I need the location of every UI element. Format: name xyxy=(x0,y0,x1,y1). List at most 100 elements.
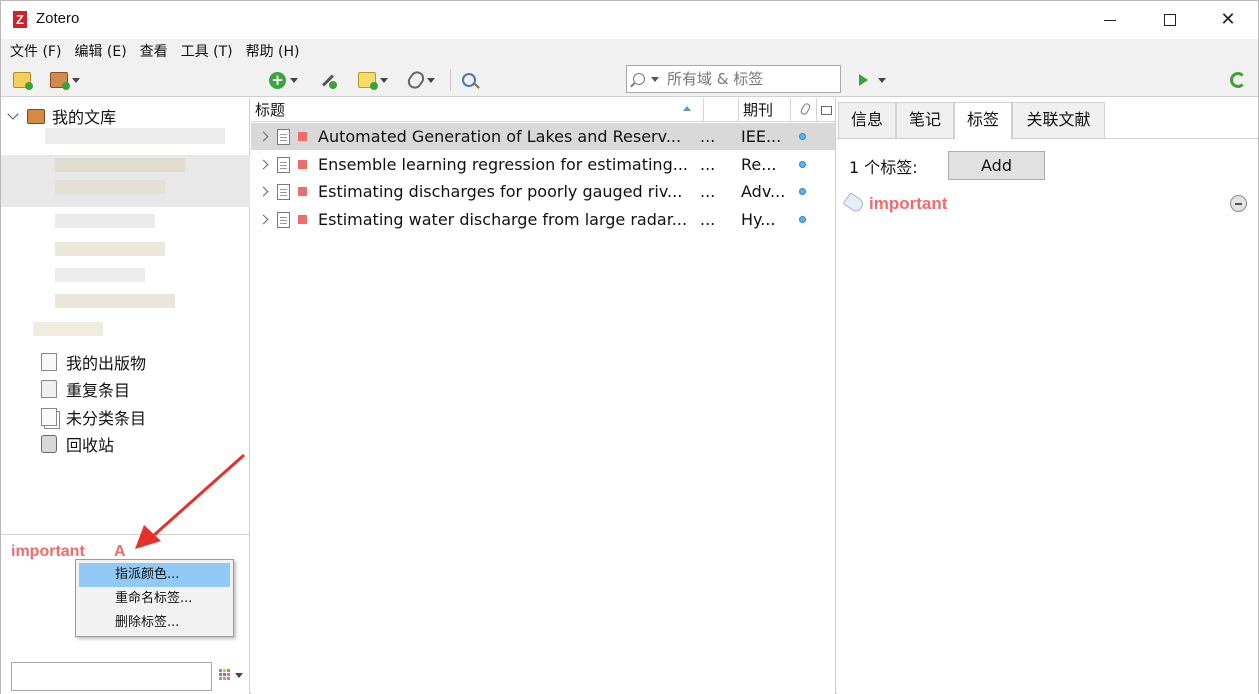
menu-file[interactable]: 文件 (F) xyxy=(5,39,66,63)
new-note-button[interactable] xyxy=(358,69,388,91)
table-row[interactable]: Estimating discharges for poorly gauged … xyxy=(251,178,835,205)
tab-related[interactable]: 关联文献 xyxy=(1012,102,1105,139)
duplicates-icon xyxy=(41,380,57,398)
item-creator: ... xyxy=(700,155,716,174)
trash[interactable]: 回收站 xyxy=(41,432,114,456)
title-bar: Z Zotero ✕ xyxy=(1,1,1258,39)
tag-filter-input[interactable] xyxy=(11,662,212,691)
chevron-right-icon[interactable] xyxy=(258,214,269,225)
item-title: Ensemble learning regression for estimat… xyxy=(318,155,688,174)
menu-edit[interactable]: 编辑 (E) xyxy=(69,39,131,63)
table-row[interactable]: Ensemble learning regression for estimat… xyxy=(251,151,835,178)
add-by-identifier-button[interactable] xyxy=(319,69,337,91)
magnifier-icon xyxy=(462,73,476,87)
item-creator: ... xyxy=(700,210,716,229)
window-title: Zotero xyxy=(36,10,80,27)
unfiled-items-label: 未分类条目 xyxy=(66,409,147,428)
unfiled-items[interactable]: 未分类条目 xyxy=(41,405,146,429)
add-attachment-button[interactable] xyxy=(405,68,435,92)
menu-tools[interactable]: 工具 (T) xyxy=(176,39,238,63)
chevron-down-icon xyxy=(290,77,298,83)
new-library-icon xyxy=(50,72,70,90)
menu-view[interactable]: 查看 xyxy=(135,39,173,63)
toolbar-separator xyxy=(450,69,451,91)
menu-item-delete-tag[interactable]: 删除标签... xyxy=(79,611,230,635)
attachment-status-icon xyxy=(799,216,806,223)
sync-button[interactable] xyxy=(1230,69,1246,91)
tag-icon xyxy=(842,192,866,214)
locate-button[interactable] xyxy=(859,69,886,91)
journal-article-icon xyxy=(277,211,290,228)
menu-help[interactable]: 帮助 (H) xyxy=(241,39,305,63)
attachment-status-icon xyxy=(799,188,806,195)
search-icon xyxy=(633,73,645,85)
search-mode-dropdown-icon[interactable] xyxy=(651,76,659,82)
duplicate-items[interactable]: 重复条目 xyxy=(41,377,130,401)
column-header-attachments[interactable] xyxy=(791,98,817,122)
tag-color-swatch xyxy=(298,132,307,141)
table-row[interactable]: Estimating water discharge from large ra… xyxy=(251,206,835,233)
my-publications[interactable]: 我的出版物 xyxy=(41,350,146,374)
tag-important[interactable]: important xyxy=(11,543,85,561)
paperclip-icon xyxy=(405,68,427,92)
journal-article-icon xyxy=(277,183,290,200)
new-collection-icon xyxy=(13,72,33,90)
item-tag-important[interactable]: important xyxy=(869,194,947,214)
chevron-down-icon[interactable] xyxy=(7,108,19,120)
column-header-title[interactable]: 标题 xyxy=(251,98,739,122)
advanced-search-button[interactable] xyxy=(462,69,476,91)
attachment-status-icon xyxy=(799,133,806,140)
add-tag-button[interactable]: Add xyxy=(948,151,1045,180)
attachment-status-icon xyxy=(799,161,806,168)
trash-label: 回收站 xyxy=(66,436,115,455)
menu-item-rename-tag[interactable]: 重命名标签... xyxy=(79,587,230,611)
chevron-right-icon[interactable] xyxy=(258,159,269,170)
minimize-button[interactable] xyxy=(1081,1,1139,39)
item-pane-tabs: 信息 笔记 标签 关联文献 xyxy=(837,102,1258,140)
item-creator: ... xyxy=(700,127,716,146)
search-input[interactable] xyxy=(667,70,827,88)
tag-color-swatch xyxy=(298,215,307,224)
item-title: Automated Generation of Lakes and Reserv… xyxy=(318,127,682,146)
maximize-button[interactable] xyxy=(1141,1,1199,39)
column-picker[interactable] xyxy=(817,98,836,122)
menu-bar: 文件 (F) 编辑 (E) 查看 工具 (T) 帮助 (H) xyxy=(1,39,1258,63)
zotero-window: Z Zotero ✕ 文件 (F) 编辑 (E) 查看 工具 (T) 帮助 (H… xyxy=(0,0,1259,694)
tab-info[interactable]: 信息 xyxy=(838,102,896,139)
chevron-down-icon xyxy=(427,77,435,83)
column-picker-icon xyxy=(821,106,832,115)
chevron-down-icon xyxy=(380,77,388,83)
tab-tags[interactable]: 标签 xyxy=(954,102,1012,140)
close-icon: ✕ xyxy=(1220,9,1236,30)
chevron-down-icon xyxy=(72,77,80,83)
sync-icon xyxy=(1230,72,1246,88)
add-item-icon: + xyxy=(269,71,286,89)
chevron-right-icon[interactable] xyxy=(258,131,269,142)
table-row[interactable]: Automated Generation of Lakes and Reserv… xyxy=(251,123,835,150)
close-button[interactable]: ✕ xyxy=(1199,1,1257,39)
maximize-icon xyxy=(1164,14,1176,26)
column-header-publication[interactable]: 期刊 xyxy=(739,98,791,122)
column-header-spacer[interactable] xyxy=(703,98,739,122)
new-item-button[interactable]: + xyxy=(269,69,298,91)
remove-tag-icon[interactable] xyxy=(1230,195,1247,212)
tab-notes[interactable]: 笔记 xyxy=(896,102,954,139)
tag-actions-button[interactable] xyxy=(219,669,243,681)
chevron-right-icon[interactable] xyxy=(258,186,269,197)
item-pane: 信息 笔记 标签 关联文献 1 个标签: Add important xyxy=(837,98,1258,694)
tag-context-menu: 指派颜色... 重命名标签... 删除标签... xyxy=(75,559,234,637)
tag-colors-icon xyxy=(219,669,231,681)
item-publication: IEE... xyxy=(741,127,782,146)
new-collection-button[interactable] xyxy=(13,69,33,91)
new-library-button[interactable] xyxy=(50,69,80,91)
minimize-icon xyxy=(1104,19,1116,21)
duplicate-items-label: 重复条目 xyxy=(66,381,131,400)
my-publications-label: 我的出版物 xyxy=(66,354,147,373)
magic-wand-icon xyxy=(319,71,337,89)
tag-count-label: 1 个标签: xyxy=(849,158,918,177)
menu-item-assign-color[interactable]: 指派颜色... xyxy=(79,563,230,587)
sort-ascending-icon xyxy=(683,106,691,111)
search-field[interactable] xyxy=(626,65,841,93)
toolbar: + xyxy=(1,63,1258,97)
tag-color-swatch xyxy=(298,187,307,196)
